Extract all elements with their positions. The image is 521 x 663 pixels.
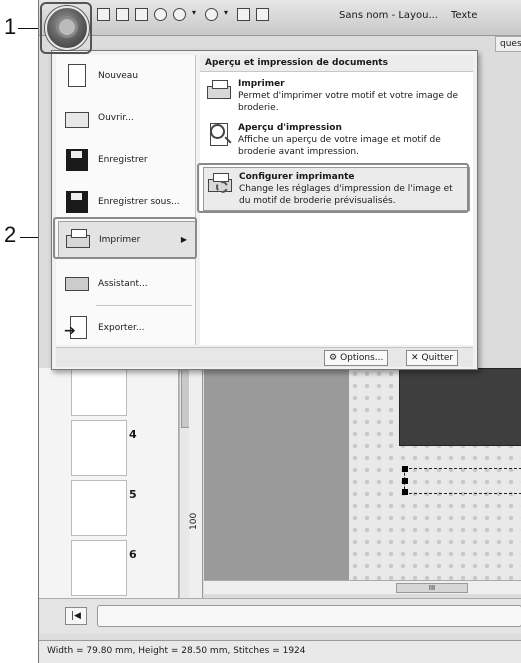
save-as-icon [64,189,90,215]
pattern-list-panel: 4 5 6 [39,360,179,598]
design-canvas[interactable] [204,368,521,580]
resize-handle[interactable] [402,466,408,472]
quit-button[interactable]: ✕ Quitter [406,350,459,366]
vertical-ruler [189,368,203,598]
menu-item-ouvrir[interactable]: Ouvrir... [58,99,196,137]
new-document-icon [64,63,90,89]
magnifier-icon [206,122,232,148]
quick-access-toolbar: ▾ ▾ [97,8,269,21]
wizard-icon [64,271,90,297]
options-label: Options... [340,353,384,363]
submenu-item-title: Aperçu d'impression [238,123,342,133]
callout-2: 2 [4,222,17,247]
menu-item-enregistrer-sous[interactable]: Enregistrer sous... [58,183,196,221]
ribbon-tab-fragment[interactable]: ques [495,36,521,52]
save-floppy-icon [64,147,90,173]
thumbnail-5[interactable] [71,480,127,536]
export-icon: ➔ [64,315,90,341]
application-button[interactable] [45,6,89,50]
horizontal-scrollbar[interactable]: III [204,580,521,594]
stitch-icon[interactable] [205,8,218,21]
redo-icon[interactable] [256,8,269,21]
submenu-item-desc: Affiche un aperçu de votre image et moti… [238,135,441,157]
window-title: Sans nom - Layou... [339,10,438,21]
highlight-print-item [53,217,197,259]
settings-icon[interactable] [173,8,186,21]
menu-item-label: Enregistrer sous... [98,197,180,207]
menu-command-list: Nouveau Ouvrir... Enregistrer Enregistre… [56,55,196,345]
menu-item-label: Nouveau [98,71,139,81]
gear-icon: ⚙ [329,353,338,363]
flower-logo-icon [59,19,75,35]
options-button[interactable]: ⚙ Options... [324,350,389,366]
navigation-slider-area: |◀ [39,598,521,634]
menu-item-exporter[interactable]: ➔ Exporter... [58,309,196,347]
menu-item-label: Assistant... [98,279,148,289]
resize-handle[interactable] [402,478,408,484]
ruler-label: 100 [189,512,199,530]
chevron-down-icon-2[interactable]: ▾ [224,8,231,21]
menu-item-label: Ouvrir... [98,113,134,123]
menu-item-label: Enregistrer [98,155,148,165]
undo-icon[interactable] [237,8,250,21]
contextual-tab-title: Texte [451,10,478,21]
menu-separator [96,305,192,306]
menu-item-assistant[interactable]: Assistant... [58,265,196,303]
resize-handle[interactable] [402,489,408,495]
menu-item-label: Exporter... [98,323,145,333]
open-folder-icon [64,105,90,131]
title-bar: ▾ ▾ Sans nom - Layou... Texte [39,0,521,36]
scroll-thumb[interactable]: III [396,583,468,593]
menu-item-enregistrer[interactable]: Enregistrer [58,141,196,179]
open-icon[interactable] [116,8,129,21]
submenu-item-title: Imprimer [238,79,285,89]
thumbnail-4[interactable] [71,420,127,476]
status-bar: Width = 79.80 mm, Height = 28.50 mm, Sti… [39,640,521,663]
embroidery-design[interactable] [399,368,521,446]
text-selection[interactable] [402,466,521,495]
thumbnail-number: 6 [129,548,137,561]
callout-1: 1 [4,14,17,39]
highlight-configure-printer [197,163,469,213]
stitch-slider[interactable] [97,605,521,627]
thumbnail-number: 5 [129,488,137,501]
save-icon[interactable] [135,8,148,21]
submenu-item-desc: Permet d'imprimer votre motif et votre i… [238,91,459,113]
submenu-item-apercu[interactable]: Aperçu d'impression Affiche un aperçu de… [203,119,470,161]
submenu-item-imprimer[interactable]: Imprimer Permet d'imprimer votre motif e… [203,75,470,117]
chevron-down-icon[interactable]: ▾ [192,8,199,21]
close-icon: ✕ [411,353,419,363]
submenu-heading: Aperçu et impression de documents [200,55,473,72]
menu-footer: ⚙ Options... ✕ Quitter [56,347,473,367]
printer-icon [206,78,232,104]
go-to-start-icon[interactable]: |◀ [65,607,87,625]
quit-label: Quitter [421,353,454,363]
record-icon[interactable] [154,8,167,21]
thumbnail-number: 4 [129,428,137,441]
new-icon[interactable] [97,8,110,21]
menu-item-nouveau[interactable]: Nouveau [58,57,196,95]
thumbnail-6[interactable] [71,540,127,596]
